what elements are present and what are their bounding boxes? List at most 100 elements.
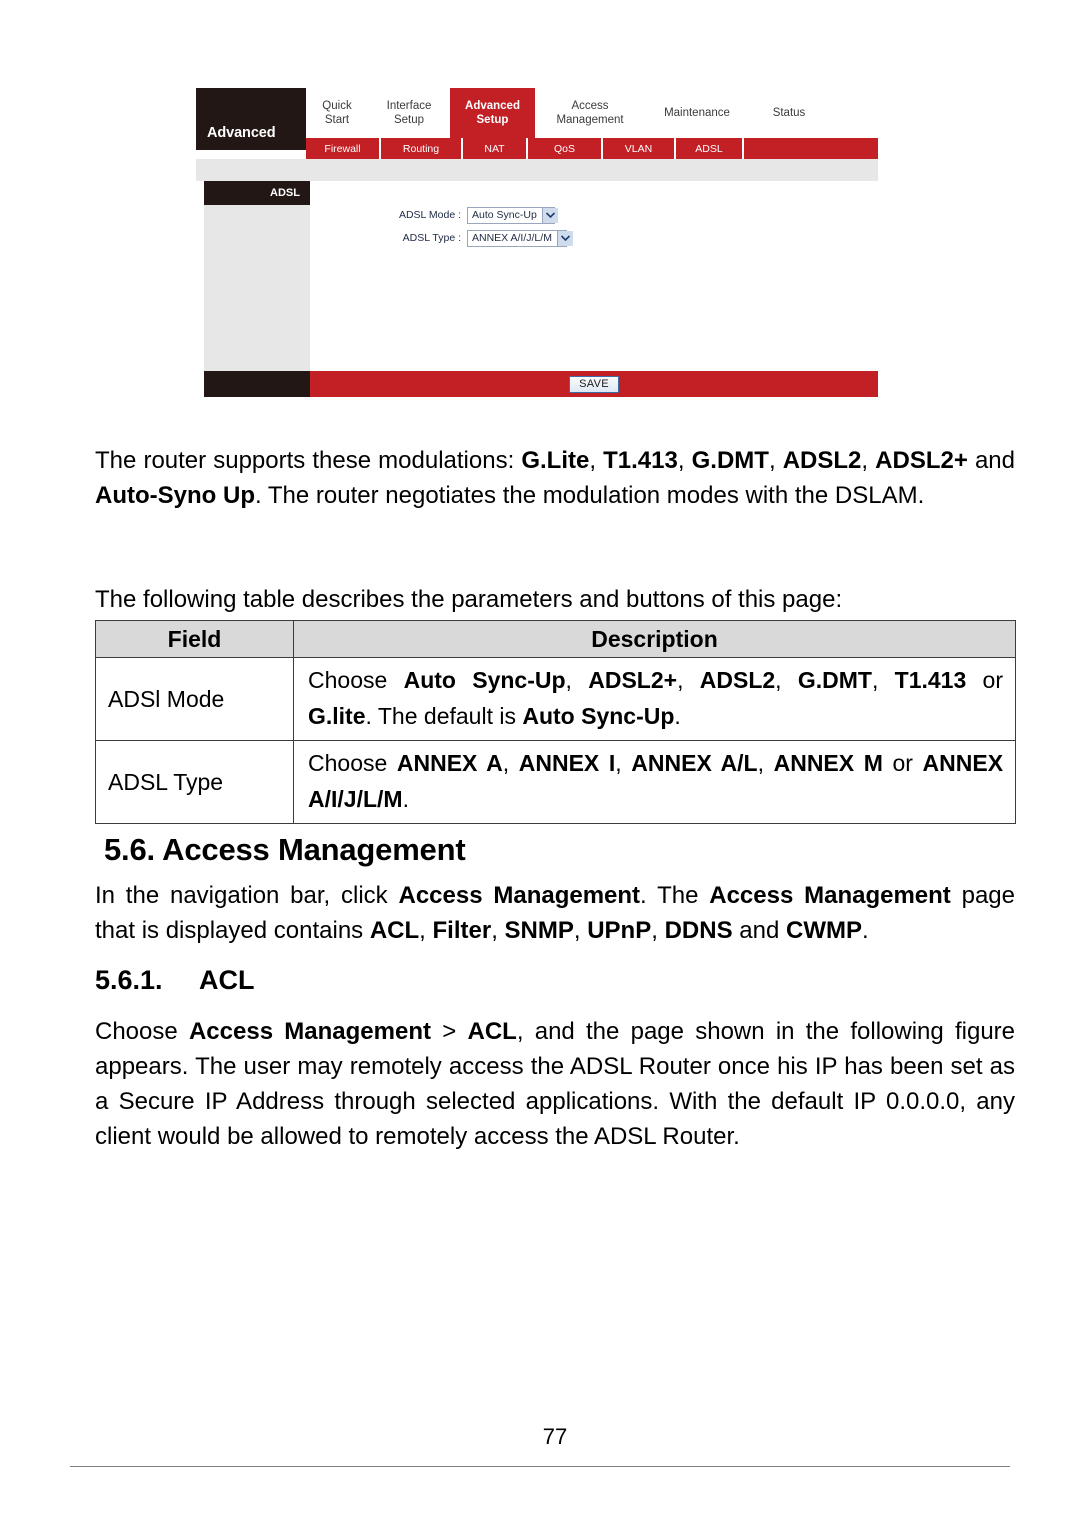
subtab-vlan[interactable]: VLAN [603,138,676,159]
text-run: , [565,667,589,693]
text-run-bold: ANNEX I [518,750,616,776]
tab-quick-start[interactable]: Quick Start [306,88,368,138]
sidebar-title-adsl: ADSL [204,181,310,205]
text-run: , [757,750,774,776]
save-button[interactable]: SAVE [569,375,619,393]
text-run-bold: G.Lite [521,447,590,474]
paragraph-modulations: The router supports these modulations: G… [95,443,1015,513]
table-cell-field-adsl-mode: ADSl Mode [95,657,294,741]
text-run-bold: ACL [467,1018,517,1045]
adsl-type-select[interactable]: ANNEX A/I/J/L/M [467,229,573,247]
text-run-bold: Access Management [398,882,641,909]
table-header-description: Description [293,620,1016,658]
router-ui-screenshot: Advanced Quick Start Interface Setup Adv… [196,88,878,405]
text-run: . The default is [365,703,523,729]
text-run: In the navigation bar, click [95,882,399,909]
router-top-navigation: Advanced Quick Start Interface Setup Adv… [196,88,878,150]
subtab-nat[interactable]: NAT [463,138,528,159]
text-run-bold: ADSL2+ [588,667,678,693]
router-main-tab-list: Quick Start Interface Setup Advanced Set… [306,88,878,138]
text-run: or [882,750,923,776]
adsl-type-row: ADSL Type : ANNEX A/I/J/L/M [395,228,573,248]
router-content-panel: ADSL Mode : Auto Sync-Up ADSL Type : ANN… [310,181,878,371]
text-run: > [430,1018,468,1045]
text-run-bold: G.DMT [797,667,872,693]
table-row: ADSL Type Choose ANNEX A, ANNEX I, ANNEX… [95,740,1016,824]
tab-status[interactable]: Status [749,88,829,138]
text-run-bold: SNMP [504,917,574,944]
chevron-down-icon[interactable] [541,207,558,223]
table-cell-desc-adsl-mode: Choose Auto Sync-Up, ADSL2+, ADSL2, G.DM… [293,657,1016,741]
text-run: . The router negotiates the modulation m… [254,482,925,509]
text-run-bold: Access Management [188,1018,431,1045]
text-run-bold: G.lite [308,703,366,729]
text-run: , [651,917,665,944]
text-run: , [768,447,783,474]
chevron-down-icon[interactable] [556,230,573,246]
subsection-number: 5.6.1. [95,965,163,995]
text-run-bold: ACL [369,917,420,944]
text-run-bold: CWMP [785,917,862,944]
router-gray-divider-strip [196,159,878,181]
subtab-routing[interactable]: Routing [381,138,463,159]
paragraph-acl: Choose Access Management > ACL, and the … [95,1014,1015,1154]
tab-interface-setup[interactable]: Interface Setup [368,88,450,138]
text-run-bold: G.DMT [691,447,769,474]
text-run: , [419,917,433,944]
text-run: Choose [308,750,397,776]
text-run: and [967,447,1015,474]
text-run-bold: ADSL2+ [875,447,968,474]
text-run: , [677,447,692,474]
router-sub-tab-bar: Firewall Routing NAT QoS VLAN ADSL [306,138,878,159]
text-run: , [615,750,632,776]
text-run: , [871,667,895,693]
text-run: and [732,917,786,944]
table-cell-field-adsl-type: ADSL Type [95,740,294,824]
table-row: ADSl Mode Choose Auto Sync-Up, ADSL2+, A… [95,657,1016,741]
text-run-bold: Filter [432,917,492,944]
subtab-qos[interactable]: QoS [528,138,603,159]
text-run: , [589,447,604,474]
parameters-table: Field Description ADSl Mode Choose Auto … [95,620,1016,824]
subtab-adsl[interactable]: ADSL [676,138,744,159]
text-run-bold: ANNEX A [396,750,503,776]
text-run: Choose [308,667,404,693]
text-run-bold: UPnP [587,917,652,944]
paragraph-table-intro: The following table describes the parame… [95,586,843,613]
subsection-heading-acl: 5.6.1. ACL [95,965,255,996]
text-run-bold: Auto Sync-Up [403,667,566,693]
text-run: . [674,703,681,729]
text-run-bold: Auto Sync-Up [522,703,675,729]
text-run: , [502,750,519,776]
adsl-type-value: ANNEX A/I/J/L/M [472,232,552,244]
text-run-bold: Auto-Syno Up [95,482,255,509]
tab-maintenance[interactable]: Maintenance [645,88,749,138]
text-run: or [966,667,1004,693]
sidebar-footer-block [204,371,310,397]
text-run: . [402,786,409,812]
text-run: , [573,917,588,944]
text-run-bold: ANNEX M [773,750,883,776]
table-header-row: Field Description [95,620,1016,658]
text-run: , [491,917,505,944]
text-run-bold: DDNS [664,917,733,944]
text-run: , [861,447,876,474]
adsl-mode-select[interactable]: Auto Sync-Up [467,206,558,224]
text-run-bold: ADSL2 [699,667,776,693]
adsl-mode-row: ADSL Mode : Auto Sync-Up [395,205,567,225]
router-page-body: ADSL ADSL Mode : Auto Sync-Up ADSL Type … [196,181,878,405]
text-run-bold: T1.413 [894,667,967,693]
router-sidebar: ADSL [204,181,310,371]
tab-access-management[interactable]: Access Management [535,88,645,138]
text-run: The router supports these modulations: [95,447,522,474]
text-run: Choose [95,1018,189,1045]
text-run: . [861,917,869,944]
paragraph-access-management: In the navigation bar, click Access Mana… [95,878,1015,948]
text-run-bold: ANNEX A/L [631,750,758,776]
brand-column-filler [196,138,306,150]
tab-advanced-setup[interactable]: Advanced Setup [450,88,535,138]
sidebar-title-text: ADSL [270,187,300,199]
subtab-firewall[interactable]: Firewall [306,138,381,159]
adsl-mode-value: Auto Sync-Up [472,209,537,221]
table-header-field: Field [95,620,294,658]
